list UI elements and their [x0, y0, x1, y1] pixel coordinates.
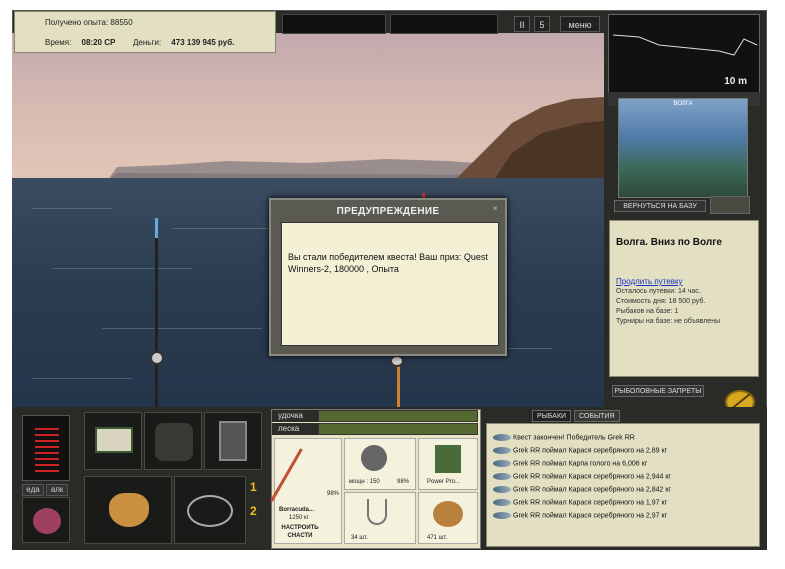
tournaments-info: Турниры на базе: не объявлены: [616, 318, 721, 325]
fishing-rod-2[interactable]: [397, 363, 400, 407]
status-box-2: [390, 14, 498, 34]
food-tabs: еда алк: [22, 484, 70, 496]
time-value: 08:20 СР: [81, 38, 116, 47]
hook-cell[interactable]: 34 шт.: [344, 492, 416, 544]
depth-map: 10 m: [608, 14, 760, 94]
reel-2[interactable]: [390, 355, 404, 367]
location-photo: ВОЛГА: [618, 98, 748, 198]
rod-name: Borracuda...: [279, 507, 315, 513]
log-entry: Grek RR поймал Карася серебряного на 2,9…: [493, 473, 671, 486]
rod-percent: 98%: [327, 491, 340, 497]
menu-button[interactable]: меню: [560, 16, 600, 32]
fishing-bans-button[interactable]: РЫБОЛОВНЫЕ ЗАПРЕТЫ: [612, 385, 704, 397]
close-icon[interactable]: ×: [493, 205, 499, 213]
fish-icon: [493, 473, 511, 480]
fishing-rod-1[interactable]: [155, 218, 158, 407]
backpack-slot[interactable]: [144, 412, 202, 470]
reel-1[interactable]: [150, 351, 164, 365]
money-value: 473 139 945 руб.: [171, 38, 235, 47]
log-entry: Grek RR поймал Карася серебряного на 2,8…: [493, 486, 671, 499]
photo-title: ВОЛГА: [673, 101, 693, 107]
line-tension-bar: [318, 423, 478, 435]
tackle-box-slot[interactable]: [84, 412, 142, 470]
fish-icon: [493, 512, 511, 519]
tackle-box-icon: [95, 427, 133, 453]
tab-food[interactable]: еда: [22, 484, 44, 496]
log-entry: Квест закончен! Победитель Grek RR: [493, 434, 635, 447]
bait-icon: [433, 501, 463, 527]
line-spool-icon: [435, 445, 461, 473]
status-box-1: [282, 14, 386, 34]
slot-number-2[interactable]: 2: [250, 504, 257, 518]
tab-fishers[interactable]: РЫБАКИ: [532, 410, 572, 422]
far-shore: [107, 159, 507, 181]
tab-events[interactable]: СОБЫТИЯ: [574, 410, 620, 422]
depth-value: 10 m: [724, 76, 747, 87]
food-bag-slot[interactable]: [22, 497, 70, 543]
rod-icon: [270, 448, 303, 502]
backpack-icon: [155, 423, 193, 461]
keepnet-slot[interactable]: [174, 476, 246, 544]
pause-button[interactable]: II: [514, 16, 530, 32]
keepnet-icon: [187, 495, 233, 527]
bait-count: 471 шт.: [427, 535, 448, 541]
bag-icon: [33, 508, 61, 534]
xp-value: 88550: [110, 18, 133, 27]
tab-alco[interactable]: алк: [46, 484, 68, 496]
setup-tackle-button[interactable]: НАСТРОИТЬ СНАСТИ: [280, 524, 320, 540]
fish-icon: [493, 434, 511, 441]
location-title: Волга. Вниз по Волге: [616, 237, 722, 248]
line-name: Power Pro...: [427, 479, 461, 485]
fish-icon: [493, 486, 511, 493]
basket-icon: [109, 493, 149, 527]
day-cost: Стоимость дня: 18 500 руб.: [616, 298, 706, 305]
xp-label: Получено опыта:: [45, 18, 109, 27]
reel-cell[interactable]: мощн : 150 98%: [344, 438, 416, 490]
car-icon[interactable]: [710, 196, 750, 214]
fish-icon: [493, 460, 511, 467]
return-to-base-button[interactable]: ВЕРНУТЬСЯ НА БАЗУ: [614, 200, 706, 212]
dialog-title: ПРЕДУПРЕЖДЕНИЕ: [336, 206, 440, 217]
echo-sounder-icon: [219, 421, 247, 461]
slot-number-1[interactable]: 1: [250, 480, 257, 494]
dialog-message: Вы стали победителем квеста! Ваш приз: Q…: [281, 222, 499, 346]
reel-percent: 98%: [397, 479, 410, 485]
bait-cell[interactable]: 471 шт.: [418, 492, 478, 544]
reel-power: мощн : 150: [349, 479, 380, 485]
extend-permit-link[interactable]: Продлить путевку: [616, 277, 683, 286]
line-cell[interactable]: Power Pro...: [418, 438, 478, 490]
fishers-count: Рыбаков на базе: 1: [616, 308, 679, 315]
hooks-count: 34 шт.: [351, 535, 368, 541]
fish-icon: [493, 447, 511, 454]
permit-remaining: Осталось путевки: 14 час.: [616, 288, 701, 295]
player-info-panel: Получено опыта: 88550 Время: 08:20 СР Де…: [14, 11, 276, 53]
log-entry: Grek RR поймал Карася серебряного на 2,8…: [493, 447, 667, 460]
rod-weight: 1250 кг: [289, 515, 309, 521]
time-label: Время:: [45, 38, 72, 47]
warning-dialog: ПРЕДУПРЕЖДЕНИЕ × Вы стали победителем кв…: [269, 198, 507, 356]
event-log: Квест закончен! Победитель Grek RR Grek …: [486, 423, 760, 547]
log-entry: Grek RR поймал Карпа голого на 6,006 кг: [493, 460, 647, 473]
log-entry: Grek RR поймал Карася серебряного на 2,9…: [493, 512, 667, 525]
near-cliff: [452, 97, 604, 183]
fish-gauge: [22, 415, 70, 481]
speed-button[interactable]: 5: [534, 16, 550, 32]
echo-sounder-slot[interactable]: [204, 412, 262, 470]
rod-tension-bar: [318, 410, 478, 422]
log-entry: Grek RR поймал Карася серебряного на 1,9…: [493, 499, 667, 512]
rod-label: удочка: [272, 410, 318, 422]
hook-icon: [367, 499, 387, 525]
line-label: леска: [272, 423, 318, 435]
basket-slot[interactable]: [84, 476, 172, 544]
fish-icon: [493, 499, 511, 506]
location-panel: Волга. Вниз по Волге Продлить путевку Ос…: [609, 220, 759, 377]
reel-icon: [361, 445, 387, 471]
money-label: Деньги:: [133, 38, 162, 47]
